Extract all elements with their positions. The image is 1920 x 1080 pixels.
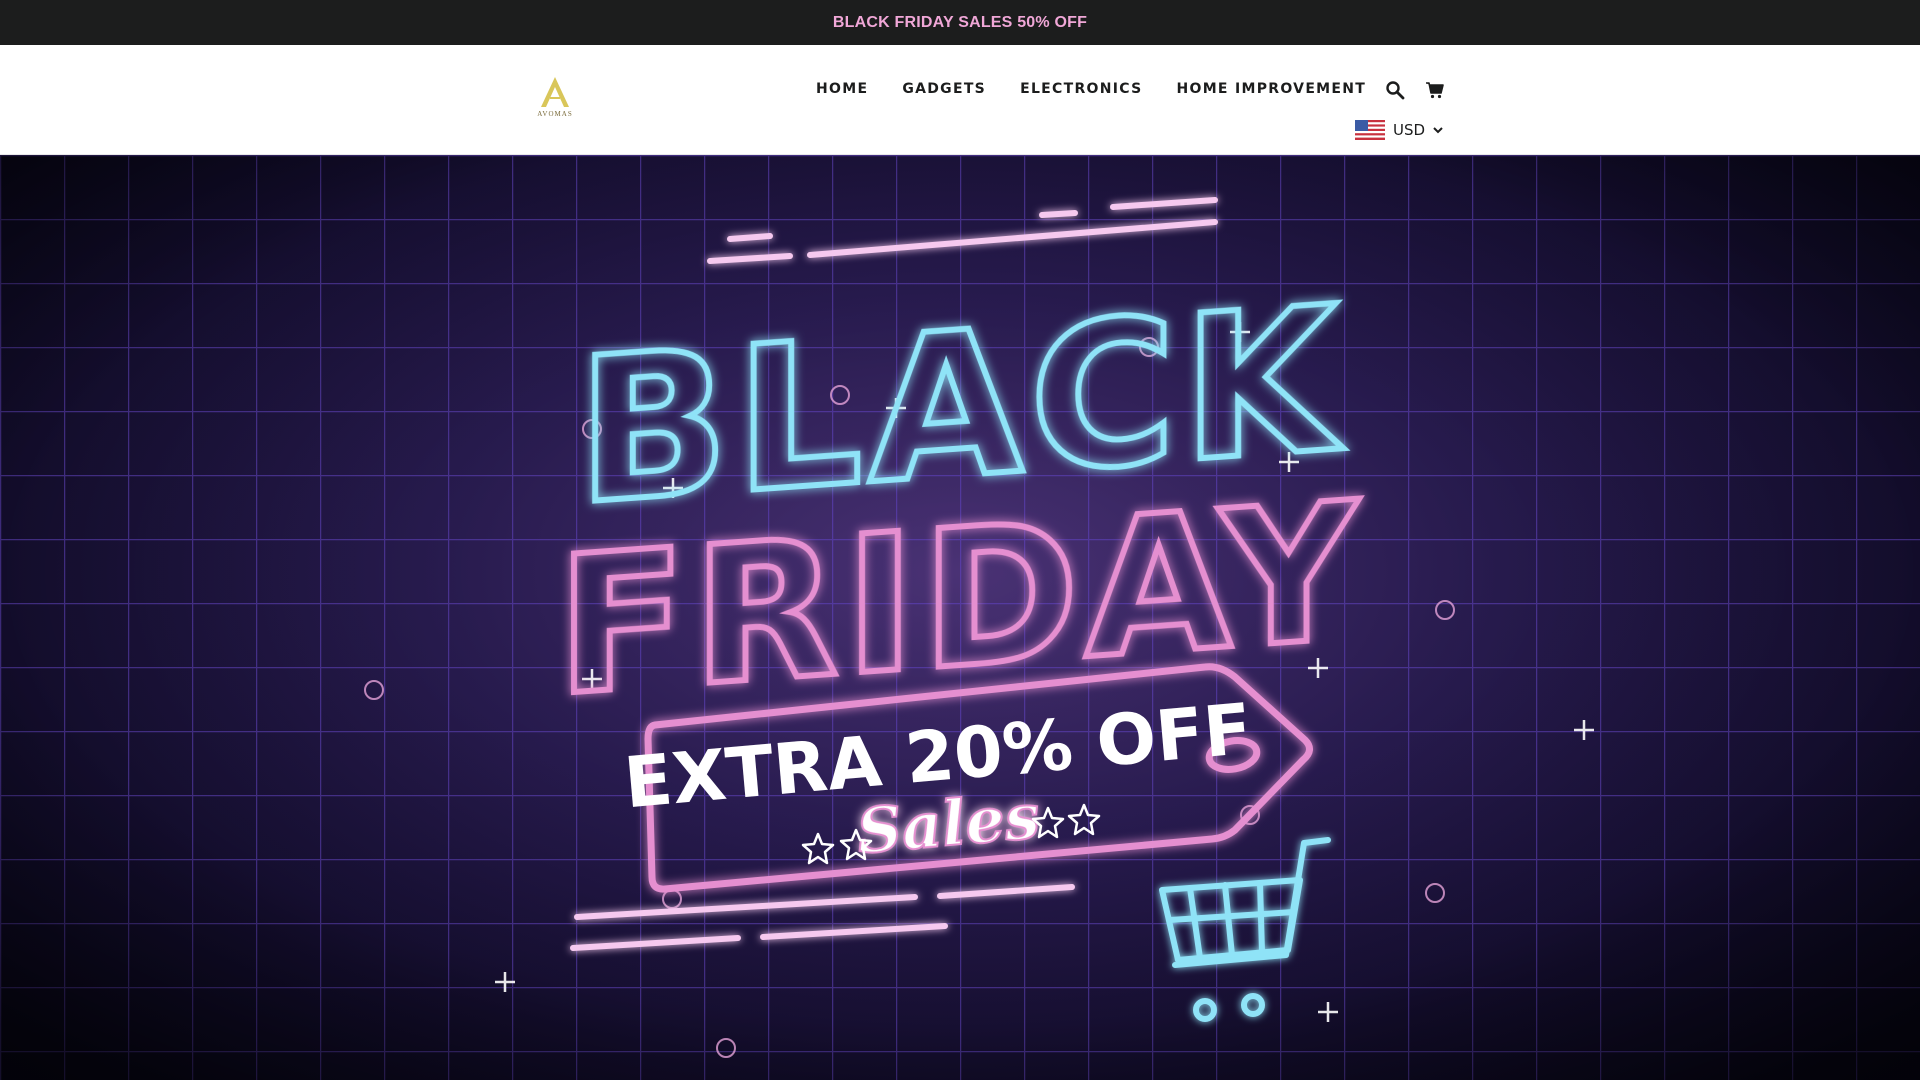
nav-item-home[interactable]: HOME (816, 81, 868, 97)
search-icon (1386, 81, 1405, 100)
nav-item-home-improvement[interactable]: HOME IMPROVEMENT (1176, 81, 1366, 97)
nav-item-electronics[interactable]: ELECTRONICS (1020, 81, 1142, 97)
currency-code: USD (1393, 121, 1426, 139)
us-flag-icon (1355, 120, 1385, 140)
cart-icon (1426, 82, 1444, 99)
site-header: AVOMAS HOME GADGETS ELECTRONICS HOME IMP… (0, 45, 1920, 155)
logo-mark-icon (541, 77, 569, 107)
hero-artwork: BLACK FRIDAY EXTRA 20% OFF Sales (554, 260, 1366, 893)
hero-banner[interactable]: BLACK FRIDAY EXTRA 20% OFF Sales (0, 155, 1920, 1080)
cart-button[interactable] (1423, 79, 1447, 101)
chevron-down-icon (1433, 127, 1443, 134)
announcement-bar: BLACK FRIDAY SALES 50% OFF (0, 0, 1920, 45)
search-button[interactable] (1383, 79, 1407, 101)
store-logo[interactable]: AVOMAS (530, 75, 580, 125)
currency-selector[interactable]: USD (1355, 119, 1443, 141)
nav-item-gadgets[interactable]: GADGETS (902, 81, 986, 97)
main-nav: HOME GADGETS ELECTRONICS HOME IMPROVEMEN… (816, 81, 1366, 97)
announcement-link[interactable]: BLACK FRIDAY SALES 50% OFF (833, 14, 1087, 32)
logo-text: AVOMAS (537, 110, 573, 118)
